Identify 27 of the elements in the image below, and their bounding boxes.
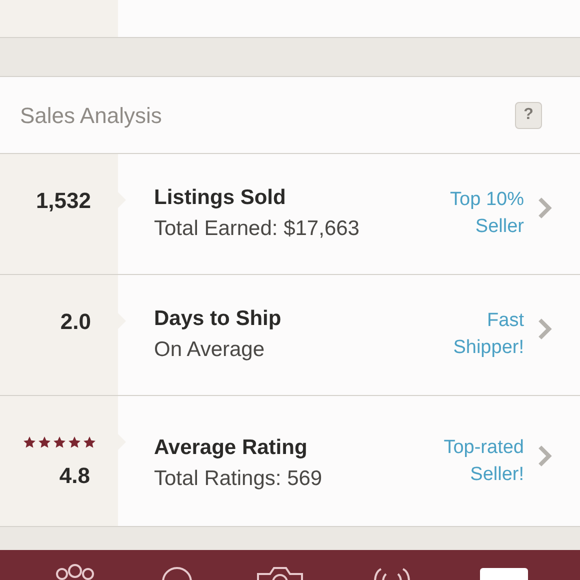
stat-row[interactable]: 2.0 Days to Ship On Average Fast Shipper!	[0, 275, 580, 396]
seller-badge-link[interactable]: Top 10% Seller	[450, 186, 524, 240]
stat-title: Days to Ship	[154, 306, 282, 332]
stat-row[interactable]: 4.8 Average Rating Total Ratings: 569 Top-rated Seller!	[0, 396, 580, 527]
stat-subtitle: Total Earned: $17,663	[154, 216, 360, 242]
seller-badge-link[interactable]: Top-rated Seller!	[444, 434, 524, 488]
star-icon	[38, 436, 51, 449]
chevron-right-icon	[538, 445, 552, 467]
chevron-right-icon	[538, 197, 552, 219]
star-icon	[53, 436, 66, 449]
stat-row[interactable]: 1,532 Listings Sold Total Earned: $17,663 Top 10% Seller	[0, 154, 580, 275]
stat-value: 2.0	[60, 308, 91, 336]
stat-value: 4.8	[59, 462, 90, 490]
section-title: Sales Analysis	[20, 102, 162, 130]
stat-title: Listings Sold	[154, 185, 287, 211]
chevron-right-icon	[538, 318, 552, 340]
star-icon	[83, 436, 96, 449]
help-button[interactable]: ?	[515, 102, 542, 128]
star-icon	[68, 436, 81, 449]
stat-subtitle: Total Ratings: 569	[154, 466, 324, 492]
camera-icon[interactable]	[256, 566, 304, 580]
search-icon[interactable]	[160, 566, 193, 580]
stat-title: Average Rating	[154, 435, 308, 461]
seller-badge-link[interactable]: Fast Shipper!	[453, 307, 524, 361]
stat-value: 1,532	[36, 187, 91, 215]
stat-subtitle: On Average	[154, 337, 266, 363]
star-icon	[23, 436, 36, 449]
